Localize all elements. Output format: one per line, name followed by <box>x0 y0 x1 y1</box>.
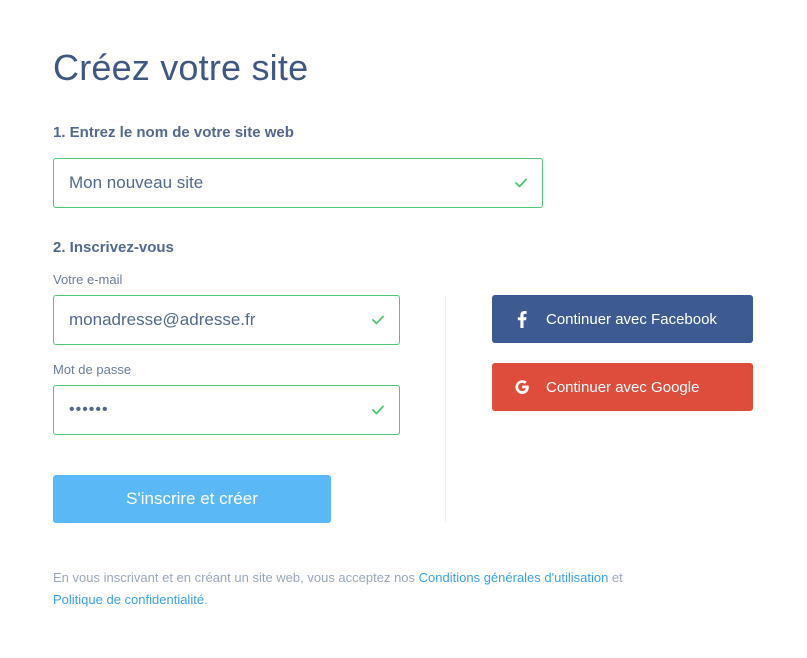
check-icon <box>371 313 385 327</box>
step1-label: 1. Entrez le nom de votre site web <box>53 124 294 141</box>
site-name-field[interactable] <box>53 158 543 208</box>
check-icon <box>514 176 528 190</box>
legal-suffix: . <box>204 592 208 607</box>
email-field[interactable] <box>53 295 400 345</box>
check-icon <box>371 403 385 417</box>
page-title: Créez votre site <box>53 47 309 88</box>
facebook-button-label: Continuer avec Facebook <box>546 310 717 328</box>
password-label: Mot de passe <box>53 362 132 377</box>
legal-prefix: En vous inscrivant et en créant un site … <box>53 570 419 585</box>
terms-link[interactable]: Conditions générales d'utilisation <box>419 570 609 585</box>
google-button-label: Continuer avec Google <box>546 378 700 396</box>
password-field[interactable] <box>53 385 400 435</box>
facebook-login-button[interactable]: Continuer avec Facebook <box>492 295 753 343</box>
privacy-link[interactable]: Politique de confidentialité <box>53 592 204 607</box>
column-divider <box>445 296 446 522</box>
legal-notice: En vous inscrivant et en créant un site … <box>53 567 753 611</box>
google-icon <box>512 377 532 397</box>
signup-submit-button[interactable]: S'inscrire et créer <box>53 475 331 523</box>
facebook-icon <box>512 309 532 329</box>
site-name-input[interactable] <box>54 159 514 207</box>
step2-label: 2. Inscrivez-vous <box>53 239 174 256</box>
password-input[interactable] <box>54 386 371 434</box>
email-label: Votre e-mail <box>53 272 123 287</box>
google-login-button[interactable]: Continuer avec Google <box>492 363 753 411</box>
legal-middle: et <box>608 570 623 585</box>
email-input[interactable] <box>54 296 371 344</box>
signup-page: Créez votre site 1. Entrez le nom de vot… <box>0 0 807 658</box>
